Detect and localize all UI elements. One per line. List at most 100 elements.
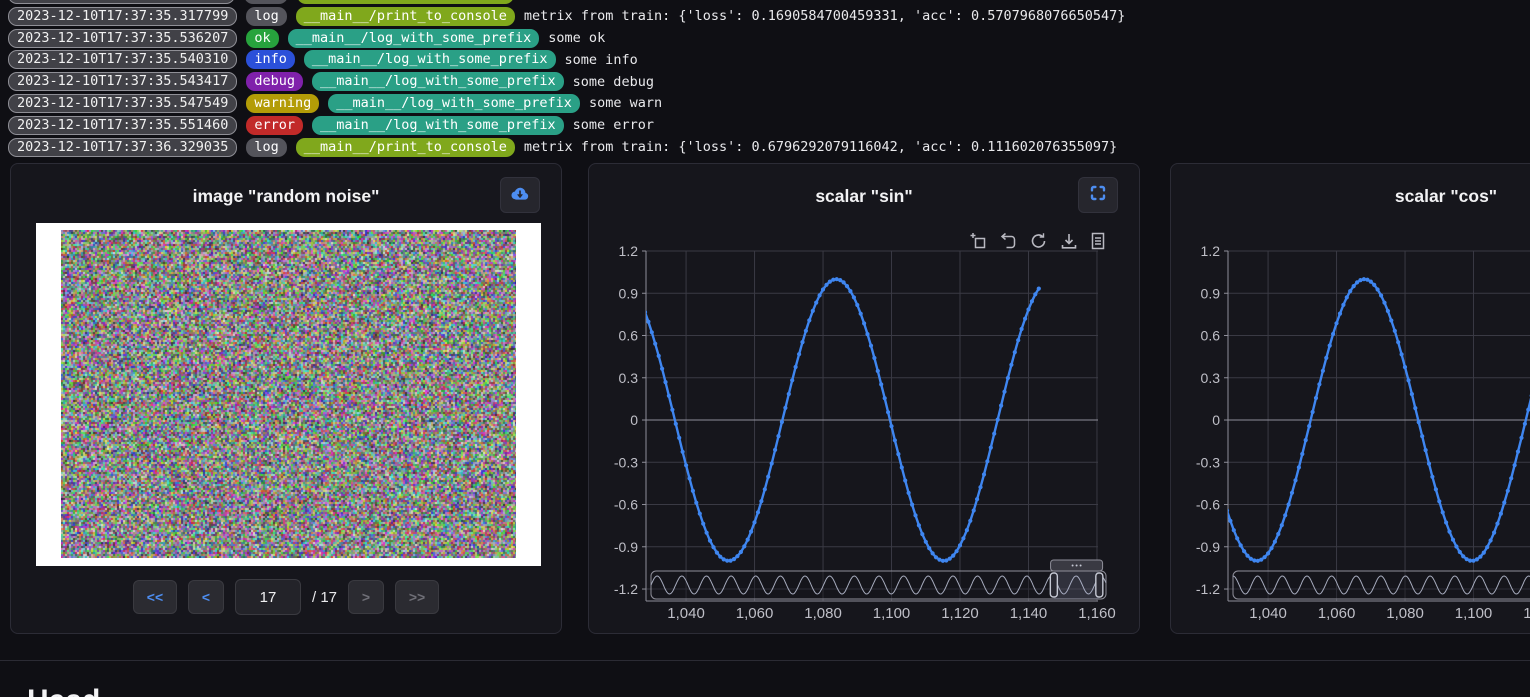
- svg-text:-0.6: -0.6: [614, 497, 638, 513]
- svg-text:0: 0: [1212, 412, 1220, 428]
- noise-pixels: [61, 230, 516, 558]
- sin-fullscreen-button[interactable]: [1078, 177, 1118, 213]
- log-timestamp: 2023-12-10T17:37:36.329035: [8, 138, 237, 157]
- log-level-badge: info: [246, 50, 295, 69]
- log-message: some ok: [548, 30, 605, 46]
- log-level-badge: error: [246, 116, 303, 135]
- log-message: some warn: [589, 95, 662, 111]
- data-view-icon[interactable]: [1090, 232, 1106, 250]
- svg-text:0.3: 0.3: [619, 370, 639, 386]
- svg-text:1,060: 1,060: [736, 605, 774, 622]
- rangeslider-window[interactable]: [1054, 571, 1100, 599]
- logger-name-badge: __main__/print_to_console: [296, 7, 515, 26]
- log-row: 2023-12-10T17:37:35.551460 error __main__/…: [8, 116, 1530, 135]
- svg-text:1,120: 1,120: [1523, 605, 1530, 622]
- last-page-button[interactable]: >>: [395, 580, 439, 614]
- image-card-title: image "random noise": [11, 186, 561, 207]
- sin-scalar-card: 1.20.90.60.30-0.3-0.6-0.9-1.21,0401,0601…: [588, 163, 1140, 634]
- svg-text:1,160: 1,160: [1078, 605, 1116, 622]
- section-divider: [0, 660, 1530, 661]
- svg-text:1,100: 1,100: [1455, 605, 1493, 622]
- log-row: 2023-12-10T17:37:35.543417 debug __main__/…: [8, 72, 1530, 91]
- logger-name-badge: [297, 0, 514, 4]
- cloud-download-icon: [510, 184, 530, 207]
- log-level-badge: [244, 0, 288, 4]
- svg-text:0.3: 0.3: [1201, 370, 1221, 386]
- first-page-button[interactable]: <<: [133, 580, 177, 614]
- zoom-select-icon[interactable]: [969, 232, 987, 250]
- fullscreen-icon: [1089, 184, 1107, 207]
- next-page-button[interactable]: >: [348, 580, 384, 614]
- log-message: some debug: [573, 74, 654, 90]
- svg-text:1,040: 1,040: [667, 605, 705, 622]
- svg-text:0.6: 0.6: [1201, 328, 1221, 344]
- log-row: 2023-12-10T17:37:35.317799 log __main__/pr…: [8, 7, 1530, 26]
- rangeslider[interactable]: [1233, 560, 1530, 599]
- log-row: 2023-12-10T17:37:35.536207 ok __main__/log…: [8, 29, 1530, 48]
- cos-scalar-card: 1.20.90.60.30-0.3-0.6-0.9-1.21,0401,0601…: [1170, 163, 1530, 634]
- svg-text:1,080: 1,080: [1386, 605, 1424, 622]
- image-pagination: << < / 17 > >>: [11, 579, 561, 615]
- log-timestamp: 2023-12-10T17:37:35.540310: [8, 50, 237, 69]
- svg-text:0.6: 0.6: [619, 328, 639, 344]
- svg-text:-0.3: -0.3: [1196, 454, 1220, 470]
- log-message: metrix from train: {'loss': 0.1690584700…: [524, 8, 1125, 24]
- sin-chart-toolbar: [969, 232, 1106, 250]
- log-level-badge: ok: [246, 29, 278, 48]
- svg-text:-1.2: -1.2: [1196, 581, 1220, 597]
- svg-text:-0.6: -0.6: [1196, 497, 1220, 513]
- svg-text:1,140: 1,140: [1010, 605, 1048, 622]
- refresh-icon[interactable]: [1029, 232, 1048, 250]
- image-download-button[interactable]: [500, 177, 540, 213]
- svg-text:0.9: 0.9: [1201, 285, 1221, 301]
- prev-page-button[interactable]: <: [188, 580, 224, 614]
- log-timestamp: 2023-12-10T17:37:35.543417: [8, 72, 237, 91]
- svg-text:0: 0: [630, 412, 638, 428]
- log-row: [8, 0, 1530, 4]
- logger-name-badge: __main__/print_to_console: [296, 138, 515, 157]
- y-tick-labels: 1.20.90.60.30-0.3-0.6-0.9-1.2: [614, 243, 638, 597]
- image-card: image "random noise" << < / 17 > >>: [10, 163, 562, 634]
- rangeslider-handle-right[interactable]: [1096, 573, 1103, 597]
- log-level-badge: log: [246, 138, 286, 157]
- svg-text:1.2: 1.2: [619, 243, 639, 259]
- cos-chart[interactable]: 1.20.90.60.30-0.3-0.6-0.9-1.21,0401,0601…: [1171, 164, 1530, 635]
- svg-text:1,120: 1,120: [941, 605, 979, 622]
- svg-text:-0.9: -0.9: [1196, 539, 1220, 555]
- logger-name-badge: __main__/log_with_some_prefix: [304, 50, 556, 69]
- log-console: 2023-12-10T17:37:35.317799 log __main__/pr…: [0, 0, 1530, 160]
- download-icon[interactable]: [1060, 232, 1078, 250]
- random-noise-image: [36, 223, 541, 566]
- svg-text:0.9: 0.9: [619, 285, 639, 301]
- log-level-badge: warning: [246, 94, 319, 113]
- svg-text:1,080: 1,080: [804, 605, 842, 622]
- log-row: 2023-12-10T17:37:35.540310 info __main__/l…: [8, 50, 1530, 69]
- x-tick-labels: 1,0401,0601,0801,1001,1201,1401,160: [1249, 605, 1530, 622]
- log-row: 2023-12-10T17:37:35.547549warning__main_…: [8, 94, 1530, 113]
- next-section-heading: Head: [27, 684, 100, 697]
- log-timestamp: 2023-12-10T17:37:35.536207: [8, 29, 237, 48]
- svg-text:-1.2: -1.2: [614, 581, 638, 597]
- log-message: some info: [565, 52, 638, 68]
- log-level-badge: log: [246, 7, 286, 26]
- logger-name-badge: __main__/log_with_some_prefix: [288, 29, 540, 48]
- logger-name-badge: __main__/log_with_some_prefix: [312, 116, 564, 135]
- svg-text:1.2: 1.2: [1201, 243, 1221, 259]
- restore-icon[interactable]: [999, 232, 1017, 250]
- x-tick-labels: 1,040 1,060 1,080 1,100 1,120 1,140 1,160: [667, 605, 1115, 622]
- svg-text:1,100: 1,100: [873, 605, 911, 622]
- logger-name-badge: __main__/log_with_some_prefix: [312, 72, 564, 91]
- log-timestamp: 2023-12-10T17:37:35.551460: [8, 116, 237, 135]
- page-number-input[interactable]: [235, 579, 301, 615]
- rangeslider[interactable]: [651, 560, 1106, 599]
- svg-text:1,040: 1,040: [1249, 605, 1287, 622]
- chart-grid: [642, 251, 1098, 601]
- log-message: some error: [573, 117, 654, 133]
- y-tick-labels: 1.2 0.9 0.6 0.3 0 -0.3 -0.6 -0.9 -1.2: [1196, 243, 1220, 597]
- log-timestamp: 2023-12-10T17:37:35.317799: [8, 7, 237, 26]
- rangeslider-handle-left[interactable]: [1050, 573, 1057, 597]
- log-level-badge: debug: [246, 72, 303, 91]
- logger-name-badge: __main__/log_with_some_prefix: [328, 94, 580, 113]
- svg-text:-0.3: -0.3: [614, 454, 638, 470]
- page-total-label: / 17: [312, 589, 337, 606]
